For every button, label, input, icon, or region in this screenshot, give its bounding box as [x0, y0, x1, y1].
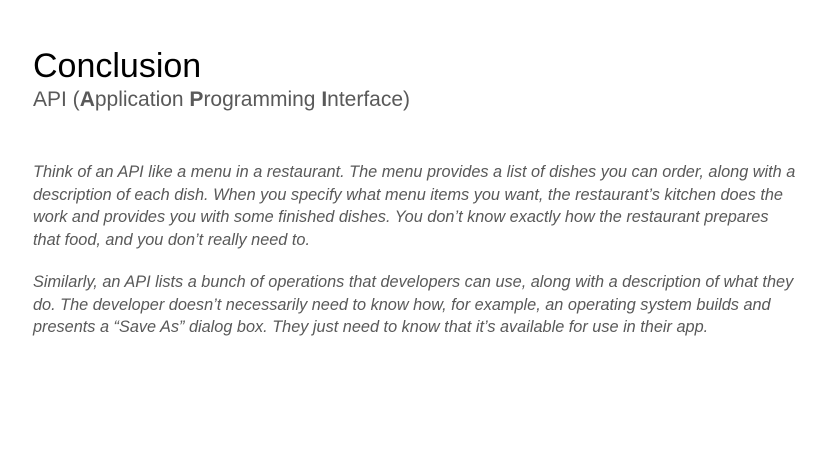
subtitle-text: rogramming — [203, 88, 322, 111]
text-line: description of each dish. When you speci… — [33, 185, 783, 204]
text-line: do. The developer doesn’t necessarily ne… — [33, 295, 771, 314]
paragraph-api-explanation: Similarly, an API lists a bunch of opera… — [33, 271, 793, 339]
subtitle-bold-p: P — [189, 88, 204, 111]
subtitle-text: nterface) — [327, 88, 411, 111]
slide-title: Conclusion — [33, 47, 202, 85]
text-line: presents a “Save As” dialog box. They ju… — [33, 318, 709, 337]
subtitle-bold-a: A — [79, 88, 95, 111]
text-line: Similarly, an API lists a bunch of opera… — [33, 273, 794, 291]
paragraph-menu-analogy: Think of an API like a menu in a restaur… — [33, 161, 795, 251]
text-line: that food, and you don’t really need to. — [33, 230, 310, 249]
text-line: Think of an API like a menu in a restaur… — [33, 163, 796, 181]
subtitle-prefix: API ( — [33, 88, 80, 111]
slide-subtitle: API (Application Programming Interface) — [33, 88, 410, 112]
text-line: work and provides you with some finished… — [33, 208, 769, 227]
subtitle-text: pplication — [94, 88, 190, 111]
